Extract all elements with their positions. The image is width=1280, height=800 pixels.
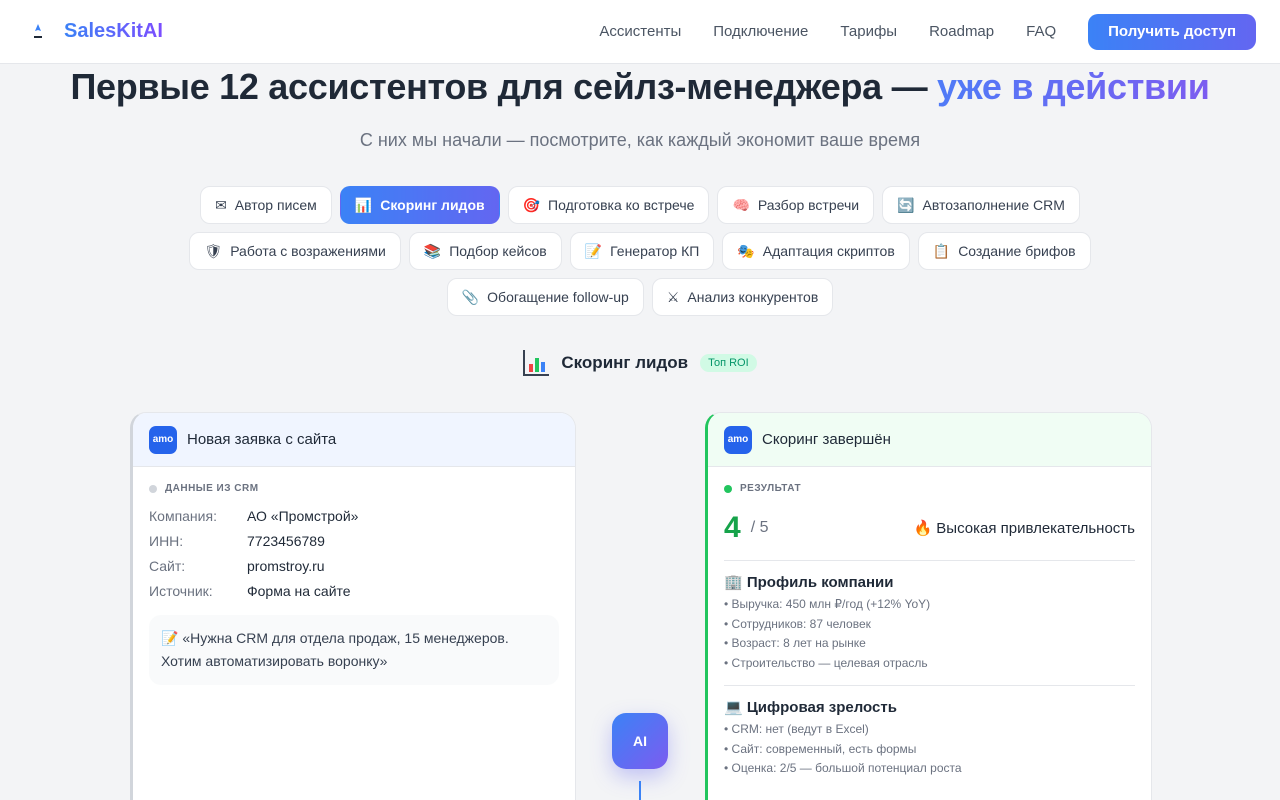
attractiveness-label: 🔥 Высокая привлекательность	[913, 520, 1135, 537]
field-label: Источник:	[149, 583, 213, 599]
field-value: Форма на сайте	[247, 583, 351, 599]
assistant-tab[interactable]: 📊 Скоринг лидов	[339, 186, 500, 224]
divider	[724, 685, 1135, 686]
nav-connection[interactable]: Подключение	[713, 23, 808, 40]
score-value: 4	[724, 511, 741, 544]
block-item: • Выручка: 450 млн ₽/год (+12% YoY)	[724, 597, 931, 611]
books-icon: 📚	[423, 242, 442, 259]
assistant-tab-label: Создание брифов	[958, 243, 1076, 259]
assistant-tab-label: Автозаполнение CRM	[922, 197, 1065, 213]
assistant-tab-label: Анализ конкурентов	[687, 289, 819, 305]
brand-logo[interactable]: SalesKitAI	[28, 20, 163, 43]
envelope-icon: ✉	[215, 196, 227, 213]
divider	[724, 560, 1135, 561]
block-item: • Строительство — целевая отрасль	[724, 655, 928, 670]
assistant-tab-label: Автор писем	[234, 197, 317, 213]
block-title: 🏢 Профиль компании	[724, 574, 894, 591]
status-dot-icon	[724, 484, 732, 493]
assistant-tab[interactable]: 📚 Подбор кейсов	[408, 232, 562, 270]
get-access-button[interactable]: Получить доступ	[1088, 13, 1256, 50]
assistant-tab[interactable]: 🎭 Адаптация скриптов	[722, 232, 910, 270]
assistant-tab-label: Работа с возражениями	[230, 243, 386, 259]
digital-maturity-block: 💻 Цифровая зрелость • CRM: нет (ведут в …	[724, 698, 1135, 779]
assistant-tabs: ✉ Автор писем 📊 Скоринг лидов 🎯 Подготовка ко…	[140, 186, 1140, 316]
caption-text: ДАННЫЕ ИЗ CRM	[165, 483, 259, 494]
assistant-tab[interactable]: ✉ Автор писем	[200, 186, 332, 224]
rocket-logo-icon	[34, 23, 42, 38]
block-item: • Сайт: современный, есть формы	[724, 741, 917, 756]
assistant-tab[interactable]: 📝 Генератор КП	[569, 232, 715, 270]
assistant-tab[interactable]: 📎 Обогащение follow-up	[446, 278, 644, 316]
assistant-tab-label: Скоринг лидов	[380, 197, 485, 213]
assistant-tab[interactable]: 🧠 Разбор встречи	[717, 186, 875, 224]
assistant-tab[interactable]: ⚔ Анализ конкурентов	[651, 278, 834, 316]
card-caption: РЕЗУЛЬТАТ	[724, 483, 1135, 494]
assistant-tab[interactable]: 🔄 Автозаполнение CRM	[882, 186, 1080, 224]
assistant-tab-label: Подготовка ко встрече	[548, 197, 695, 213]
section-header: Скоринг лидов Топ ROI	[0, 350, 1280, 376]
sync-icon: 🔄	[897, 196, 915, 213]
nav-pricing[interactable]: Тарифы	[840, 23, 897, 40]
top-roi-badge: Топ ROI	[700, 354, 757, 372]
field-label: Компания:	[149, 508, 217, 524]
assistant-tab[interactable]: 🎯 Подготовка ко встрече	[507, 186, 710, 224]
flow-connector	[639, 781, 641, 800]
brand-name: SalesKitAI	[64, 20, 163, 42]
card-title: Скоринг завершён	[762, 431, 891, 448]
assistant-tab-label: Обогащение follow-up	[487, 289, 629, 305]
card-header: amo Скоринг завершён	[708, 413, 1151, 467]
nav-faq[interactable]: FAQ	[1026, 23, 1056, 40]
field-label: ИНН:	[149, 533, 184, 549]
swords-icon: ⚔	[666, 288, 680, 305]
paperclip-icon: 📎	[461, 288, 480, 305]
bar-chart-icon: 📊	[354, 196, 373, 213]
assistant-tab-label: Разбор встречи	[757, 197, 860, 213]
ai-processor-node: AI	[612, 713, 668, 769]
company-profile-block: 🏢 Профиль компании • Выручка: 450 млн ₽/…	[724, 573, 1135, 673]
crm-input-card: amo Новая заявка с сайта ДАННЫЕ ИЗ CRM К…	[130, 412, 576, 800]
assistant-tab[interactable]: 🛡 Работа с возражениями	[189, 232, 401, 270]
target-icon: 🎯	[522, 196, 541, 213]
page-title-main: Первые 12 ассистентов для сейлз-менеджер…	[70, 66, 938, 107]
clipboard-icon: 📋	[932, 242, 951, 259]
block-item: • Сотрудников: 87 человек	[724, 616, 871, 631]
status-dot-icon	[149, 484, 157, 493]
assistant-tab-label: Адаптация скриптов	[762, 243, 895, 259]
block-title: 💻 Цифровая зрелость	[724, 699, 897, 716]
bar-chart-icon	[523, 350, 550, 376]
score-max: / 5	[750, 519, 769, 536]
assistant-tab[interactable]: 📋 Создание брифов	[917, 232, 1091, 270]
assistant-tab-label: Подбор кейсов	[449, 243, 547, 259]
card-header: amo Новая заявка с сайта	[133, 413, 575, 467]
caption-text: РЕЗУЛЬТАТ	[740, 483, 802, 494]
nav-assistants[interactable]: Ассистенты	[599, 23, 681, 40]
score-row: 4 / 5 🔥 Высокая привлекательность	[724, 508, 1135, 548]
brain-icon: 🧠	[732, 196, 750, 213]
assistant-tab-label: Генератор КП	[610, 243, 700, 259]
block-item: • Оценка: 2/5 — большой потенциал роста	[724, 761, 962, 775]
field-value: АО «Промстрой»	[247, 508, 359, 524]
block-item: • CRM: нет (ведут в Excel)	[724, 722, 869, 736]
nav-roadmap[interactable]: Roadmap	[929, 23, 994, 40]
page-subtitle: С них мы начали — посмотрите, как каждый…	[359, 130, 921, 150]
request-quote: 📝 «Нужна CRM для отдела продаж, 15 менед…	[149, 615, 559, 685]
card-caption: ДАННЫЕ ИЗ CRM	[149, 483, 559, 494]
amocrm-icon: amo	[149, 425, 177, 454]
block-item: • Возраст: 8 лет на рынке	[724, 636, 866, 650]
memo-icon: 📝	[584, 242, 603, 259]
page-title-accent: уже в действии	[937, 66, 1210, 107]
field-label: Сайт:	[149, 558, 186, 574]
crm-fields: Компания: АО «Промстрой» ИНН: 7723456789…	[149, 508, 559, 599]
page-title: Первые 12 ассистентов для сейлз-менеджер…	[0, 66, 1280, 108]
field-value: promstroy.ru	[247, 558, 325, 574]
scoring-result-card: amo Скоринг завершён РЕЗУЛЬТАТ 4 / 5 🔥 В…	[705, 412, 1152, 800]
amocrm-icon: amo	[724, 425, 752, 454]
top-header: SalesKitAI Ассистенты Подключение Тарифы…	[0, 0, 1280, 64]
field-value: 7723456789	[247, 533, 325, 549]
section-title: Скоринг лидов	[561, 353, 689, 372]
shield-icon: 🛡	[204, 242, 223, 259]
masks-icon: 🎭	[737, 242, 755, 259]
main-nav: Ассистенты Подключение Тарифы Roadmap FA…	[599, 23, 1056, 40]
card-title: Новая заявка с сайта	[187, 431, 337, 448]
